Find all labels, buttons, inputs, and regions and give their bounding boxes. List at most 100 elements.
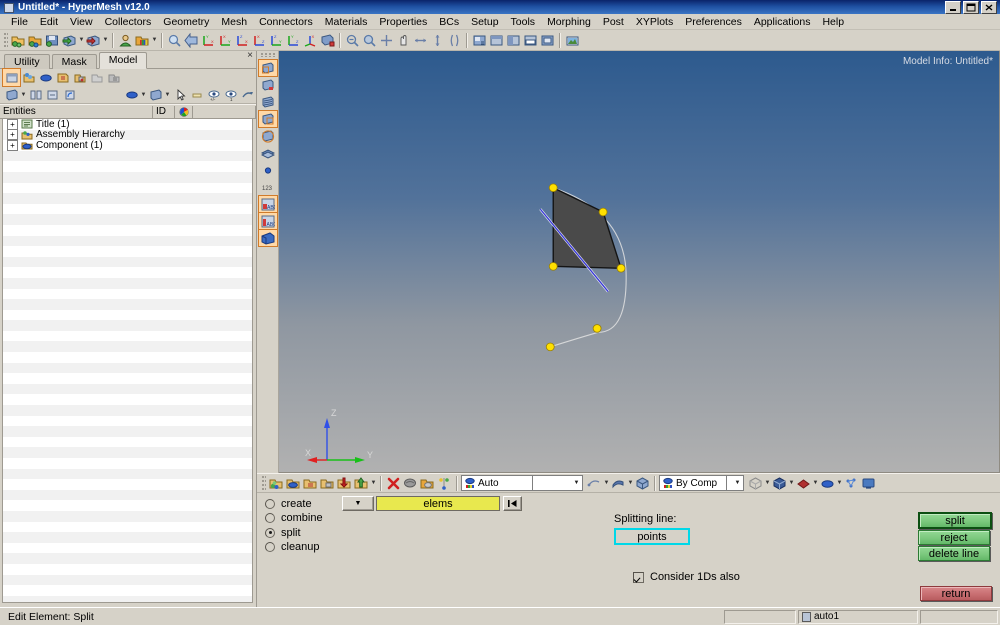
include-icon[interactable] xyxy=(302,475,319,492)
include-icon[interactable] xyxy=(54,69,71,86)
selector-rewind-button[interactable] xyxy=(503,496,522,511)
solid-shade-dropdown[interactable]: ▼ xyxy=(627,475,634,492)
node-blue-icon[interactable] xyxy=(259,162,277,178)
menu-xyplots[interactable]: XYPlots xyxy=(630,15,679,29)
solid-orange-icon[interactable] xyxy=(419,475,436,492)
elem-dropdown-icon[interactable]: ▼ xyxy=(370,475,377,492)
radio-cleanup[interactable] xyxy=(265,542,275,553)
tab-model[interactable]: Model xyxy=(98,52,148,69)
axis-yz-icon[interactable]: Y Z xyxy=(285,32,302,49)
zoom-in-icon[interactable] xyxy=(361,32,378,49)
wireframe-icon[interactable] xyxy=(747,475,764,492)
axis-yx-icon[interactable]: X Y xyxy=(217,32,234,49)
menu-mesh[interactable]: Mesh xyxy=(215,15,253,29)
flag-view-icon[interactable] xyxy=(319,32,336,49)
part-icon[interactable] xyxy=(71,69,88,86)
menu-geometry[interactable]: Geometry xyxy=(157,15,215,29)
rotate-h-icon[interactable] xyxy=(412,32,429,49)
panel-toolbar-grip[interactable] xyxy=(262,475,266,491)
menu-properties[interactable]: Properties xyxy=(373,15,433,29)
zoom-window-icon[interactable] xyxy=(166,32,183,49)
page-view-4-icon[interactable] xyxy=(257,110,278,128)
consider-1ds-checkbox[interactable] xyxy=(633,571,644,583)
collapse-all-icon[interactable] xyxy=(44,86,61,103)
elem-down-icon[interactable] xyxy=(336,475,353,492)
rotate-free-icon[interactable] xyxy=(446,32,463,49)
mesh-green-icon[interactable] xyxy=(268,475,285,492)
mesh-lines-icon[interactable] xyxy=(843,475,860,492)
mode-split-row[interactable]: split xyxy=(265,526,323,540)
solver-view-icon[interactable] xyxy=(20,69,37,86)
color-model-icon[interactable] xyxy=(134,32,151,49)
graphics-viewport[interactable]: Model Info: Untitled* Z Y X xyxy=(279,51,1000,473)
color-mode-combo[interactable]: By Comp xyxy=(659,475,727,491)
save-model-icon[interactable] xyxy=(44,32,61,49)
wireframe-dropdown[interactable]: ▼ xyxy=(764,475,771,492)
page-view-1-icon[interactable] xyxy=(257,59,278,77)
column-entities[interactable]: Entities xyxy=(0,105,153,118)
menu-help[interactable]: Help xyxy=(816,15,850,29)
menu-morphing[interactable]: Morphing xyxy=(541,15,597,29)
model-geometry[interactable] xyxy=(279,51,999,472)
export-red-icon[interactable] xyxy=(85,32,102,49)
tab-utility[interactable]: Utility xyxy=(4,54,50,69)
menu-applications[interactable]: Applications xyxy=(748,15,817,29)
capture-image-icon[interactable] xyxy=(564,32,581,49)
assembly-gray-icon[interactable] xyxy=(88,69,105,86)
abc-label-2-icon[interactable]: ABC xyxy=(257,212,278,230)
wire-shade-dropdown[interactable]: ▼ xyxy=(603,475,610,492)
mesh-mode-combo[interactable]: Auto xyxy=(461,475,533,491)
page-1-icon[interactable] xyxy=(471,32,488,49)
selector-dropdown-button[interactable]: ▼ xyxy=(342,496,374,511)
isolate-icon[interactable] xyxy=(123,86,140,103)
shaded-edges-icon[interactable] xyxy=(795,475,812,492)
model-view-icon[interactable] xyxy=(2,68,21,87)
radio-create[interactable] xyxy=(265,499,275,510)
radio-split[interactable] xyxy=(265,527,275,538)
hidden-line-icon[interactable] xyxy=(771,475,788,492)
zoom-out-icon[interactable] xyxy=(344,32,361,49)
consider-1ds-row[interactable]: Consider 1Ds also xyxy=(633,571,740,583)
folder-dropdown-icon[interactable]: ▼ xyxy=(20,86,27,103)
export-green-dropdown[interactable]: ▼ xyxy=(78,32,85,49)
expander-plus-icon[interactable]: + xyxy=(7,119,18,130)
menu-collectors[interactable]: Collectors xyxy=(99,15,158,29)
layers-icon[interactable] xyxy=(259,145,277,161)
shaded-icon[interactable] xyxy=(819,475,836,492)
elems-selector-field[interactable]: elems xyxy=(376,496,500,511)
fit-icon[interactable] xyxy=(378,32,395,49)
page-4-icon[interactable] xyxy=(522,32,539,49)
hidden-line-dropdown[interactable]: ▼ xyxy=(788,475,795,492)
close-button[interactable] xyxy=(981,0,997,14)
radio-combine[interactable] xyxy=(265,513,275,524)
display-dropdown-icon[interactable]: ▼ xyxy=(164,86,171,103)
tree-item-component[interactable]: + Component (1) xyxy=(3,139,252,151)
axis-iso-icon[interactable]: X xyxy=(302,32,319,49)
axis-xz-icon[interactable]: X Z xyxy=(251,32,268,49)
solid-gray-icon[interactable] xyxy=(402,475,419,492)
user-profile-icon[interactable] xyxy=(117,32,134,49)
solid-shade-icon[interactable] xyxy=(610,475,627,492)
delete-line-button[interactable]: delete line xyxy=(918,546,990,561)
refresh-icon[interactable] xyxy=(61,86,78,103)
points-field[interactable]: points xyxy=(614,528,690,545)
part-gray-icon[interactable] xyxy=(105,69,122,86)
pan-icon[interactable] xyxy=(395,32,412,49)
page-3-icon[interactable] xyxy=(505,32,522,49)
shaded-dropdown[interactable]: ▼ xyxy=(836,475,843,492)
connector-icon[interactable] xyxy=(436,475,453,492)
axis-zy-icon[interactable]: Z Y xyxy=(268,32,285,49)
solid-box-icon[interactable] xyxy=(634,475,651,492)
numbers-123-icon[interactable]: 123 xyxy=(259,179,277,195)
show-plus-minus-icon[interactable]: +/- xyxy=(205,86,222,103)
menu-file[interactable]: File xyxy=(5,15,34,29)
display-icon[interactable] xyxy=(147,86,164,103)
page-2-icon[interactable] xyxy=(488,32,505,49)
expand-all-icon[interactable] xyxy=(27,86,44,103)
component-blue-icon[interactable] xyxy=(285,475,302,492)
elem-up-icon[interactable] xyxy=(353,475,370,492)
page-view-3-icon[interactable] xyxy=(259,94,277,110)
folder-icon[interactable] xyxy=(3,86,20,103)
split-button[interactable]: split xyxy=(918,512,992,529)
status-cell-b[interactable]: auto1 xyxy=(798,609,918,624)
